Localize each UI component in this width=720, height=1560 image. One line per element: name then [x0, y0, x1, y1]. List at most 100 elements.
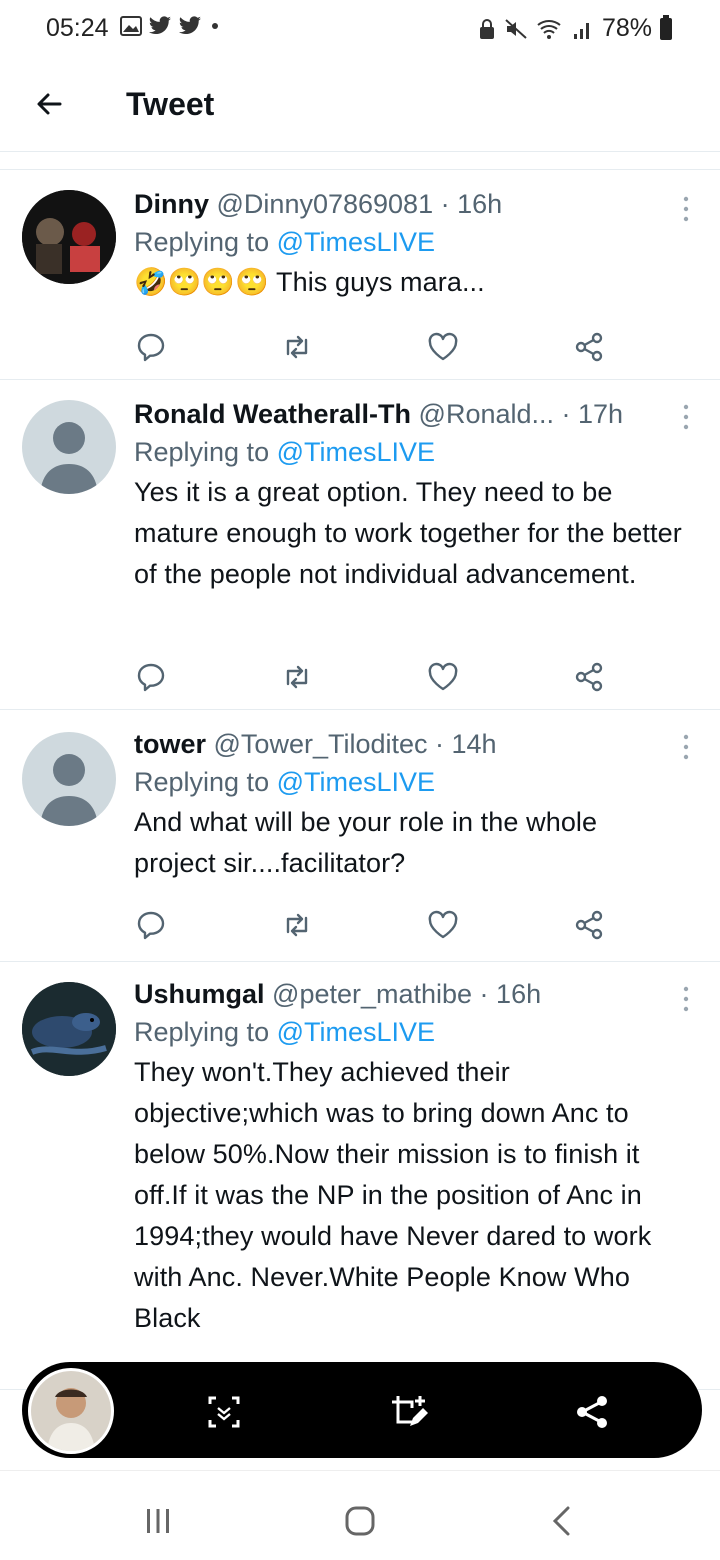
scroll-capture-icon [208, 1396, 240, 1428]
lock-icon [479, 18, 494, 39]
signal-icon [573, 22, 589, 39]
replying-to: Replying to @TimesLIVE [134, 222, 684, 262]
app-header: Tweet [0, 60, 720, 152]
author-handle-time: @peter_mathibe · 16h [264, 979, 542, 1009]
share-icon [577, 1396, 607, 1428]
tweet-header: tower @Tower_Tiloditec · 14h [134, 726, 684, 762]
tweet-actions [134, 660, 614, 700]
mention-link[interactable]: @TimesLIVE [277, 1017, 435, 1047]
battery-percent: 78% [601, 14, 652, 42]
home-icon [345, 1506, 375, 1536]
page-title: Tweet [126, 86, 215, 122]
comment-icon [137, 911, 165, 940]
profile-photo-icon [22, 190, 116, 284]
retweet-icon [286, 335, 308, 359]
snake-photo-icon [22, 982, 116, 1076]
notification-icons [120, 16, 222, 36]
chevron-left-icon [552, 1506, 570, 1536]
share-button[interactable] [572, 908, 606, 942]
battery-icon [660, 14, 672, 40]
mention-link[interactable]: @TimesLIVE [277, 437, 435, 467]
baby-photo-icon [31, 1371, 111, 1451]
share-icon [575, 910, 603, 940]
tweet-text: Yes it is a great option. They need to b… [134, 477, 682, 589]
system-nav-bar [0, 1470, 720, 1560]
recent-apps-icon [147, 1509, 169, 1533]
tweet-text: They won't.They achieved their objective… [134, 1057, 652, 1333]
back-button[interactable] [28, 82, 72, 126]
replying-label: Replying to [134, 767, 277, 797]
tweet-text: And what will be your role in the whole … [134, 807, 598, 878]
tweet-item[interactable]: tower @Tower_Tiloditec · 14h Replying to… [0, 710, 720, 962]
system-back-button[interactable] [542, 1501, 582, 1541]
default-avatar-icon [40, 422, 98, 494]
tweet-item[interactable]: Ushumgal @peter_mathibe · 16h Replying t… [0, 962, 720, 1390]
retweet-button[interactable] [280, 908, 314, 942]
mute-icon [505, 18, 527, 39]
retweet-button[interactable] [280, 330, 314, 364]
avatar[interactable] [22, 400, 116, 494]
edit-screenshot-button[interactable] [388, 1392, 428, 1432]
replying-label: Replying to [134, 1017, 277, 1047]
heart-icon [428, 662, 458, 691]
tweet-actions [134, 908, 614, 948]
replying-to: Replying to @TimesLIVE [134, 1012, 684, 1052]
share-button[interactable] [572, 330, 606, 364]
screenshot-thumbnail[interactable] [28, 1368, 114, 1454]
home-button[interactable] [340, 1501, 380, 1541]
mention-link[interactable]: @TimesLIVE [277, 767, 435, 797]
replying-label: Replying to [134, 437, 277, 467]
default-avatar-icon [40, 754, 98, 826]
status-time: 05:24 [46, 14, 109, 42]
twitter-icon [149, 16, 171, 35]
twitter-icon [179, 16, 201, 35]
author-handle-time: @Tower_Tiloditec · 14h [206, 729, 497, 759]
tweet-header: Ronald Weatherall-Th @Ronald... · 17h [134, 396, 684, 432]
retweet-button[interactable] [280, 660, 314, 694]
tweet-item[interactable]: Dinny @Dinny07869081 · 16h Replying to @… [0, 170, 720, 380]
author-name[interactable]: Ronald Weatherall-Th [134, 399, 411, 429]
avatar[interactable] [22, 982, 116, 1076]
tweet-emoji: 🤣🙄🙄🙄 [134, 267, 269, 297]
reply-button[interactable] [134, 908, 168, 942]
share-screenshot-button[interactable] [572, 1392, 612, 1432]
arrow-left-icon [37, 93, 62, 115]
tweet-text: 🤣🙄🙄🙄 This guys mara... [134, 262, 684, 303]
avatar[interactable] [22, 190, 116, 284]
mention-link[interactable]: @TimesLIVE [277, 227, 435, 257]
wifi-icon [537, 19, 561, 39]
status-bar: 05:24 78% [0, 0, 720, 60]
retweet-icon [286, 665, 308, 689]
tweet-item[interactable]: Ronald Weatherall-Th @Ronald... · 17h Re… [0, 380, 720, 710]
like-button[interactable] [426, 660, 460, 694]
author-handle-time: @Ronald... · 17h [411, 399, 624, 429]
dot-icon [212, 23, 218, 29]
author-name[interactable]: Dinny [134, 189, 209, 219]
scroll-capture-button[interactable] [204, 1392, 244, 1432]
author-name[interactable]: tower [134, 729, 206, 759]
share-icon [575, 662, 603, 692]
tweet-text-content: This guys mara... [268, 267, 485, 297]
comment-icon [137, 333, 165, 362]
author-name[interactable]: Ushumgal [134, 979, 265, 1009]
author-handle-time: @Dinny07869081 · 16h [209, 189, 503, 219]
gallery-icon [120, 16, 142, 36]
tweet-header: Ushumgal @peter_mathibe · 16h [134, 976, 684, 1012]
system-icons: 78% [478, 14, 672, 43]
replying-label: Replying to [134, 227, 277, 257]
heart-icon [428, 910, 458, 939]
like-button[interactable] [426, 908, 460, 942]
reply-button[interactable] [134, 660, 168, 694]
like-button[interactable] [426, 330, 460, 364]
heart-icon [428, 332, 458, 361]
retweet-icon [286, 913, 308, 937]
avatar[interactable] [22, 732, 116, 826]
recent-apps-button[interactable] [138, 1501, 178, 1541]
tweet-header: Dinny @Dinny07869081 · 16h [134, 186, 684, 222]
tweet-actions [134, 330, 614, 370]
reply-button[interactable] [134, 330, 168, 364]
screenshot-toolbar [22, 1362, 702, 1458]
share-button[interactable] [572, 660, 606, 694]
comment-icon [137, 663, 165, 692]
share-icon [575, 332, 603, 362]
